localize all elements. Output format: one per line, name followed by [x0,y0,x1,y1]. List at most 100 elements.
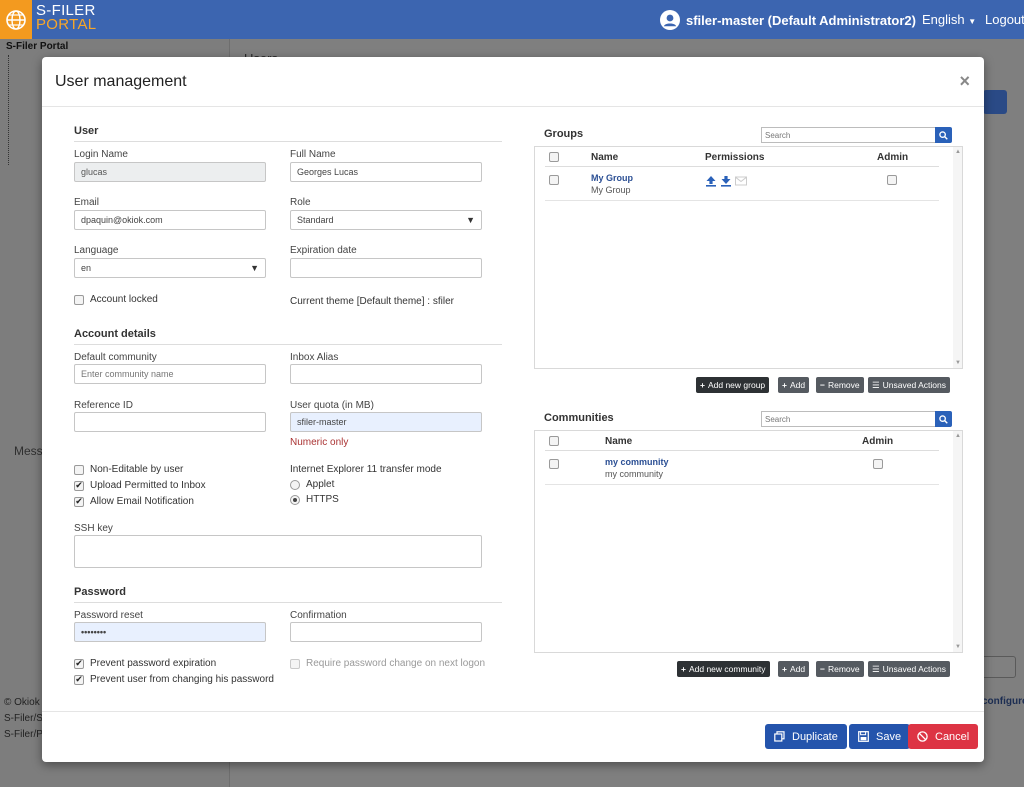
group-name-link[interactable]: My Group [591,173,633,183]
language-select-value: en [81,263,92,273]
copy-icon [774,731,785,742]
user-quota-field[interactable]: sfiler-master [290,412,482,432]
modal-header: User management × [42,57,984,107]
search-icon [939,130,948,140]
community-description: my community [605,469,664,479]
scroll-down-icon[interactable]: ▼ [955,644,961,650]
add-community-button[interactable]: + Add [778,661,810,677]
app-logo[interactable]: S-FILER PORTAL [36,3,96,32]
upload-permitted-checkbox[interactable]: ✔ Upload Permitted to Inbox [74,480,206,491]
user-management-modal: User management × User Login Name glucas… [42,57,984,762]
https-radio-label: HTTPS [306,494,339,505]
row-checkbox[interactable] [549,459,559,469]
checkbox-checked-icon: ✔ [74,496,84,507]
allow-email-notification-checkbox[interactable]: ✔ Allow Email Notification [74,496,194,507]
email-field[interactable]: dpaquin@okiok.com [74,210,266,230]
inbox-alias-label: Inbox Alias [290,352,339,363]
plus-icon: + [681,664,686,674]
remove-group-button[interactable]: − Remove [816,377,864,393]
reference-id-field[interactable] [74,412,266,432]
language-select[interactable]: en ▼ [74,258,266,278]
communities-scrollbar[interactable]: ▲ ▼ [953,431,962,652]
communities-unsaved-actions-button[interactable]: ☰ Unsaved Actions [868,661,950,677]
select-all-checkbox[interactable] [549,152,559,162]
communities-search-button[interactable] [935,411,952,427]
close-icon[interactable]: × [959,71,970,92]
checkbox-unchecked-icon [74,464,84,475]
language-menu[interactable]: English ▼ [922,12,976,27]
list-icon: ☰ [872,663,880,674]
groups-table: Name Permissions Admin My Group My Group… [534,146,963,369]
groups-unsaved-actions-label: Unsaved Actions [882,380,946,390]
add-community-label: Add [789,664,806,674]
groups-unsaved-actions-button[interactable]: ☰ Unsaved Actions [868,377,950,393]
role-select[interactable]: Standard ▼ [290,210,482,230]
require-password-change-label: Require password change on next logon [306,658,486,669]
admin-checkbox[interactable] [887,175,897,185]
admin-checkbox[interactable] [873,459,883,469]
select-all-checkbox[interactable] [549,436,559,446]
expiration-date-field[interactable] [290,258,482,278]
mail-icon[interactable] [735,176,747,186]
add-group-button[interactable]: + Add [778,377,810,393]
default-community-label: Default community [74,352,157,363]
sidebar-tree [8,55,38,165]
column-name: Name [591,152,619,163]
groups-search-input[interactable]: Search [761,127,935,143]
communities-title: Communities [544,412,614,424]
applet-radio[interactable]: Applet [290,479,334,490]
checkbox-checked-icon: ✔ [74,658,84,669]
inbox-alias-field[interactable] [290,364,482,384]
caret-down-icon: ▼ [250,263,259,273]
confirmation-field[interactable] [290,622,482,642]
account-locked-checkbox[interactable]: Account locked [74,294,158,305]
non-editable-checkbox[interactable]: Non-Editable by user [74,464,183,475]
duplicate-button[interactable]: Duplicate [765,724,847,749]
full-name-field[interactable]: Georges Lucas [290,162,482,182]
add-new-community-button[interactable]: + Add new community [677,661,770,677]
community-name-link[interactable]: my community [605,457,669,467]
search-icon [939,414,948,424]
prevent-password-expiration-checkbox[interactable]: ✔ Prevent password expiration [74,658,216,669]
full-name-label: Full Name [290,149,336,160]
scroll-up-icon[interactable]: ▲ [955,149,961,155]
row-checkbox[interactable] [549,175,559,185]
current-theme-text: Current theme [Default theme] : sfiler [290,296,454,307]
user-menu[interactable]: sfiler-master (Default Administrator2) [660,10,916,30]
expiration-date-label: Expiration date [290,245,357,256]
checkbox-checked-icon: ✔ [74,480,84,491]
upload-icon[interactable] [705,175,717,187]
scroll-down-icon[interactable]: ▼ [955,360,961,366]
communities-search-input[interactable]: Search [761,411,935,427]
applet-radio-label: Applet [306,479,335,490]
groups-table-header: Name Permissions Admin [545,147,939,167]
prevent-user-changing-password-checkbox[interactable]: ✔ Prevent user from changing his passwor… [74,674,274,685]
download-icon[interactable] [720,175,732,187]
table-row[interactable]: My Group My Group [545,168,939,201]
table-row[interactable]: my community my community [545,452,939,485]
cancel-button[interactable]: Cancel [908,724,979,749]
logout-link[interactable]: Logout [985,12,1024,27]
groups-search-button[interactable] [935,127,952,143]
default-community-input[interactable]: Enter community name [74,364,266,384]
duplicate-label: Duplicate [792,730,838,743]
ssh-key-textarea[interactable] [74,535,482,568]
password-reset-label: Password reset [74,610,143,621]
https-radio[interactable]: HTTPS [290,494,339,505]
groups-scrollbar[interactable]: ▲ ▼ [953,147,962,368]
add-new-group-button[interactable]: + Add new group [696,377,770,393]
column-admin: Admin [862,436,894,447]
ssh-key-label: SSH key [74,523,113,534]
checkbox-unchecked-icon [290,658,300,669]
password-reset-field[interactable]: •••••••• [74,622,266,642]
remove-community-button[interactable]: − Remove [816,661,864,677]
save-button[interactable]: Save [849,724,911,749]
confirmation-label: Confirmation [290,610,347,621]
account-locked-label: Account locked [90,294,158,305]
messages-panel-label: Mess [14,444,43,458]
user-display-name: sfiler-master (Default Administrator2) [686,12,916,28]
radio-unselected-icon [290,479,300,490]
communities-unsaved-actions-label: Unsaved Actions [882,664,946,674]
groups-title: Groups [544,128,584,140]
scroll-up-icon[interactable]: ▲ [955,433,961,439]
